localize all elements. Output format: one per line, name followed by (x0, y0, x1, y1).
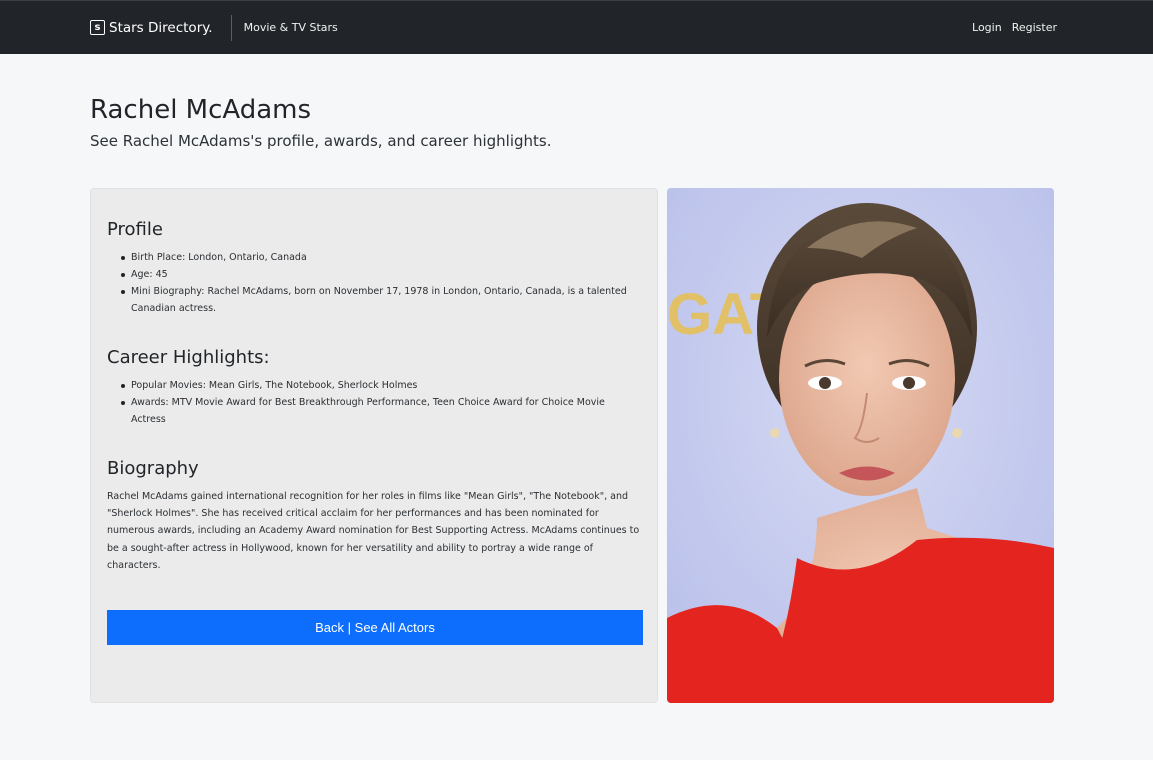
career-heading: Career Highlights: (107, 347, 270, 368)
career-item-awards: Awards: MTV Movie Award for Best Breakth… (121, 394, 641, 428)
page-title: Rachel McAdams (90, 95, 312, 125)
brand-link[interactable]: s Stars Directory. (90, 20, 213, 36)
register-link[interactable]: Register (1012, 21, 1057, 34)
nav-link-movie-tv-stars[interactable]: Movie & TV Stars (244, 21, 338, 34)
top-navbar: s Stars Directory. Movie & TV Stars Logi… (0, 0, 1153, 54)
profile-item-mini-biography: Mini Biography: Rachel McAdams, born on … (121, 283, 641, 317)
brand-logo-icon: s (90, 20, 105, 35)
profile-item-age: Age: 45 (121, 266, 641, 283)
page-header: Rachel McAdams See Rachel McAdams's prof… (0, 54, 1153, 150)
biography-text: Rachel McAdams gained international reco… (107, 491, 640, 571)
biography-heading: Biography (107, 458, 199, 479)
profile-heading: Profile (107, 219, 163, 240)
auth-links: Login Register (972, 1, 1057, 54)
career-list: Popular Movies: Mean Girls, The Notebook… (107, 377, 641, 428)
page-subtitle: See Rachel McAdams's profile, awards, an… (90, 132, 552, 150)
login-link[interactable]: Login (972, 21, 1002, 34)
nav-divider (230, 14, 232, 41)
profile-list: Birth Place: London, Ontario, Canada Age… (107, 249, 641, 317)
profile-item-birth-place: Birth Place: London, Ontario, Canada (121, 249, 641, 266)
info-card: Profile Birth Place: London, Ontario, Ca… (90, 188, 658, 703)
back-to-actors-button[interactable]: Back | See All Actors (107, 610, 643, 646)
actor-portrait-image: GAT (667, 188, 1054, 703)
main-content: Profile Birth Place: London, Ontario, Ca… (90, 188, 1054, 703)
career-item-movies: Popular Movies: Mean Girls, The Notebook… (121, 377, 641, 394)
actor-photo: GAT (667, 188, 1054, 703)
brand-name: Stars Directory. (109, 19, 213, 36)
